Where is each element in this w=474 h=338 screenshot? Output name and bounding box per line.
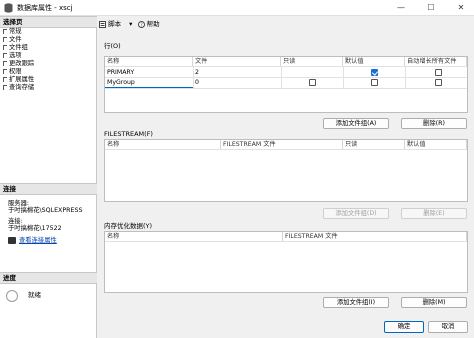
- page-item-filegroups[interactable]: 文件组: [3, 44, 28, 52]
- column-header-default[interactable]: 默认值: [405, 140, 467, 149]
- page-icon: [3, 36, 7, 42]
- column-header-filestream-files[interactable]: FILESTREAM 文件: [221, 140, 343, 149]
- page-item-label: 文件组: [9, 44, 28, 51]
- row-name-cell[interactable]: PRIMARY: [105, 68, 193, 77]
- column-header-autogrow[interactable]: 自动增长所有文件: [405, 57, 467, 66]
- connection-icon: [8, 236, 16, 244]
- cancel-button[interactable]: 取消: [428, 321, 468, 333]
- help-label: 帮助: [146, 20, 160, 28]
- page-item-general[interactable]: 常规: [3, 28, 22, 36]
- script-dropdown-icon[interactable]: ▾: [129, 20, 132, 28]
- page-item-query-store[interactable]: 查询存储: [3, 84, 34, 92]
- progress-status: 就绪: [28, 291, 41, 299]
- grid-divider: [193, 66, 194, 88]
- close-button[interactable]: ✕: [448, 0, 474, 16]
- page-item-options[interactable]: 选项: [3, 52, 22, 60]
- add-filestream-filegroup-button[interactable]: 添加文件组(D): [323, 208, 389, 219]
- connection-header: 连接: [0, 183, 97, 195]
- view-connection-properties-link[interactable]: 查看连接属性: [8, 235, 57, 244]
- page-icon: [3, 52, 7, 58]
- page-icon: [3, 28, 7, 34]
- progress-spinner-icon: [6, 290, 18, 302]
- column-header-name[interactable]: 名称: [105, 232, 283, 241]
- row-files-cell: 0: [195, 79, 199, 86]
- grid-divider: [405, 66, 406, 88]
- grid-divider: [343, 66, 344, 88]
- toolbar: 脚本 ▾ ? 帮助: [99, 18, 166, 28]
- page-icon: [3, 76, 7, 82]
- rows-label: 行(O): [104, 42, 121, 50]
- page-item-change-tracking[interactable]: 更改跟踪: [3, 60, 34, 68]
- page-item-label: 权限: [9, 68, 22, 75]
- page-item-label: 查询存储: [9, 84, 35, 91]
- view-connection-properties-label: 查看连接属性: [19, 237, 57, 244]
- page-icon: [3, 68, 7, 74]
- add-memory-filegroup-button[interactable]: 添加文件组(I): [323, 297, 389, 308]
- page-item-extended-properties[interactable]: 扩展属性: [3, 76, 34, 84]
- grid-divider: [105, 149, 467, 150]
- row-name-cell[interactable]: MyGroup: [105, 78, 193, 87]
- remove-filegroup-button[interactable]: 删除(R): [401, 118, 467, 129]
- readonly-checkbox[interactable]: [309, 79, 316, 86]
- script-icon: [99, 20, 106, 28]
- remove-memory-filegroup-button[interactable]: 删除(M): [401, 297, 467, 308]
- page-item-files[interactable]: 文件: [3, 36, 22, 44]
- column-header-readonly[interactable]: 只读: [343, 140, 405, 149]
- help-icon: ?: [137, 20, 145, 28]
- grid-divider: [105, 66, 467, 67]
- window-title: 数据库属性 - xscj: [17, 4, 73, 12]
- script-label: 脚本: [108, 20, 122, 28]
- connection-value: 于吋搞棉花\17522: [8, 225, 62, 232]
- page-item-label: 文件: [9, 36, 22, 43]
- script-button[interactable]: 脚本: [99, 20, 126, 28]
- grid-divider: [105, 88, 467, 89]
- column-header-name[interactable]: 名称: [105, 57, 193, 66]
- page-item-label: 选项: [9, 52, 22, 59]
- page-item-permissions[interactable]: 权限: [3, 68, 22, 76]
- progress-header: 进度: [0, 272, 97, 284]
- add-filegroup-button[interactable]: 添加文件组(A): [323, 118, 389, 129]
- page-icon: [3, 60, 7, 66]
- remove-filestream-filegroup-button[interactable]: 删除(E): [401, 208, 467, 219]
- database-icon: [4, 3, 13, 13]
- grid-divider: [105, 241, 467, 242]
- column-header-readonly[interactable]: 只读: [281, 57, 343, 66]
- ok-button[interactable]: 确定: [384, 321, 424, 333]
- server-value: 于吋搞棉花\SQLEXPRESS: [8, 207, 83, 214]
- filestream-label: FILESTREAM(F): [104, 130, 153, 138]
- page-icon: [3, 84, 7, 90]
- page-icon: [3, 44, 7, 50]
- filestream-grid: 名称 FILESTREAM 文件 只读 默认值: [104, 139, 468, 202]
- svg-text:?: ?: [140, 22, 143, 28]
- title-bar: 数据库属性 - xscj — ☐ ✕: [0, 0, 474, 16]
- autogrow-checkbox[interactable]: [435, 79, 442, 86]
- select-page-header: 选择页: [0, 16, 97, 28]
- row-files-cell: 2: [195, 69, 199, 76]
- grid-divider: [281, 66, 282, 88]
- default-checkbox[interactable]: [371, 69, 378, 76]
- help-button[interactable]: ? 帮助: [137, 20, 163, 28]
- column-header-name[interactable]: 名称: [105, 140, 221, 149]
- page-item-label: 扩展属性: [9, 76, 35, 83]
- minimize-button[interactable]: —: [388, 0, 414, 16]
- maximize-button[interactable]: ☐: [418, 0, 444, 16]
- column-header-default[interactable]: 默认值: [343, 57, 405, 66]
- rows-grid: 名称 文件 只读 默认值 自动增长所有文件 PRIMARY 2 MyGroup …: [104, 56, 468, 113]
- column-header-filestream-files[interactable]: FILESTREAM 文件: [283, 232, 467, 241]
- page-item-label: 常规: [9, 28, 22, 35]
- left-panel: 选择页 常规 文件 文件组 选项 更改跟踪 权限 扩展属性 查询存储 连接 服务…: [0, 16, 97, 338]
- autogrow-checkbox[interactable]: [435, 69, 442, 76]
- memory-optimized-grid: 名称 FILESTREAM 文件: [104, 231, 468, 293]
- default-checkbox[interactable]: [371, 79, 378, 86]
- column-header-files[interactable]: 文件: [193, 57, 281, 66]
- memory-optimized-label: 内存优化数据(Y): [104, 222, 153, 230]
- page-item-label: 更改跟踪: [9, 60, 35, 67]
